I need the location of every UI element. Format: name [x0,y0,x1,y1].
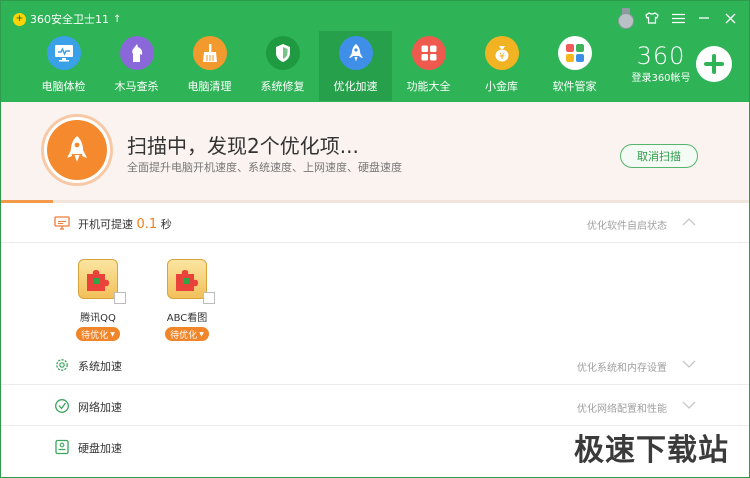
rocket-icon [47,120,107,180]
minimize-icon[interactable] [693,7,715,29]
monitor-icon [54,216,70,230]
boot-label: 开机可提速 [78,218,133,231]
boot-hint: 优化软件自启状态 [587,221,667,232]
nav-label: 小金库 [485,80,518,93]
section-boot[interactable]: 开机可提速 0.1 秒 优化软件自启状态 [1,203,749,243]
add-button[interactable] [696,46,732,82]
scan-title: 扫描中，发现2个优化项... [127,134,359,158]
grid-icon [411,36,446,70]
apps-icon [557,36,592,70]
main-nav: 电脑体检 木马查杀 电脑清理 系统修复 优化加速 功能大全 ¥ 小金库 软件管家 [27,31,611,101]
plus-icon [704,54,724,74]
close-icon[interactable] [719,7,741,29]
nav-label: 木马查杀 [114,80,159,93]
svg-text:¥: ¥ [499,52,505,62]
nav-item-vault[interactable]: ¥ 小金库 [465,31,538,101]
puzzle-icon [78,259,126,304]
medal-icon[interactable] [615,7,637,29]
coin-icon: ¥ [484,36,519,70]
app-name: ABC看图 [166,313,208,324]
brand-logo: 360 [636,42,686,70]
nav-label: 电脑清理 [187,80,232,93]
caret-down-icon: ▼ [199,330,204,338]
monitor-icon [46,36,81,70]
system-hint: 优化系统和内存设置 [577,363,667,374]
nav-item-trojan[interactable]: 木马查杀 [100,31,173,101]
network-label: 网络加速 [78,401,122,414]
chevron-down-icon[interactable] [681,398,697,412]
scan-banner: 扫描中，发现2个优化项... 全面提升电脑开机速度、系统速度、上网速度、硬盘速度… [1,102,749,203]
app-item-abc: ABC看图 待优化 ▼ [157,259,217,341]
scan-subtitle: 全面提升电脑开机速度、系统速度、上网速度、硬盘速度 [127,161,402,174]
caret-down-icon: ▼ [110,330,115,338]
nav-item-software[interactable]: 软件管家 [538,31,611,101]
app-checkbox[interactable] [114,292,126,304]
brand-area: 360 登录360帐号 [627,42,695,84]
app-title-text: 360安全卫士11 [30,13,109,26]
logo-icon: + [13,12,26,26]
rocket-icon [338,36,373,70]
horse-icon [119,36,154,70]
boot-unit: 秒 [160,218,172,231]
section-network[interactable]: 网络加速 优化网络配置和性能 [1,386,749,426]
window-controls [615,7,741,29]
skin-shirt-icon[interactable] [641,7,663,29]
app-checkbox[interactable] [203,292,215,304]
system-label: 系统加速 [78,360,122,373]
puzzle-icon [167,259,215,304]
broom-icon [192,36,227,70]
app-status-dropdown[interactable]: 待优化 ▼ [165,327,209,341]
shield-icon [265,36,300,70]
nav-item-cleanup[interactable]: 电脑清理 [173,31,246,101]
watermark-text: 极速下载站 [574,433,729,468]
disk-label: 硬盘加速 [78,442,122,455]
nav-label: 功能大全 [406,80,451,93]
chevron-up-icon[interactable] [681,215,697,229]
login-link[interactable]: 登录360帐号 [627,69,695,84]
app-status-label: 待优化 [170,330,198,341]
upgrade-arrow-icon[interactable]: ↑ [113,14,121,25]
network-hint: 优化网络配置和性能 [577,404,667,415]
nav-item-repair[interactable]: 系统修复 [246,31,319,101]
app-status-label: 待优化 [81,330,109,341]
nav-item-optimize[interactable]: 优化加速 [319,31,392,101]
nav-label: 系统修复 [260,80,305,93]
main-window: + 360安全卫士11 ↑ 电脑体检 木马查杀 电脑清理 系统修复 优化加速 功… [0,0,750,478]
boot-value: 0.1 [136,217,158,232]
chevron-down-icon[interactable] [681,357,697,371]
startup-apps: 腾讯QQ 待优化 ▼ ABC看图 待优化 ▼ [1,243,749,343]
app-item-qq: 腾讯QQ 待优化 ▼ [68,259,128,341]
section-label-boot: 开机可提速 0.1 秒 [78,216,172,232]
app-name: 腾讯QQ [80,313,116,324]
app-status-dropdown[interactable]: 待优化 ▼ [76,327,120,341]
menu-icon[interactable] [667,7,689,29]
nav-label: 软件管家 [552,80,597,93]
nav-item-features[interactable]: 功能大全 [392,31,465,101]
nav-label: 优化加速 [333,80,378,93]
network-icon [55,399,69,413]
disk-icon [55,439,69,455]
scan-rocket-badge [41,114,113,186]
section-system[interactable]: 系统加速 优化系统和内存设置 [1,345,749,385]
gear-icon [56,359,68,371]
header-bar: + 360安全卫士11 ↑ 电脑体检 木马查杀 电脑清理 系统修复 优化加速 功… [1,1,749,102]
cancel-scan-button[interactable]: 取消扫描 [620,144,698,168]
app-title: + 360安全卫士11 ↑ [13,10,121,28]
nav-item-checkup[interactable]: 电脑体检 [27,31,100,101]
nav-label: 电脑体检 [41,80,86,93]
